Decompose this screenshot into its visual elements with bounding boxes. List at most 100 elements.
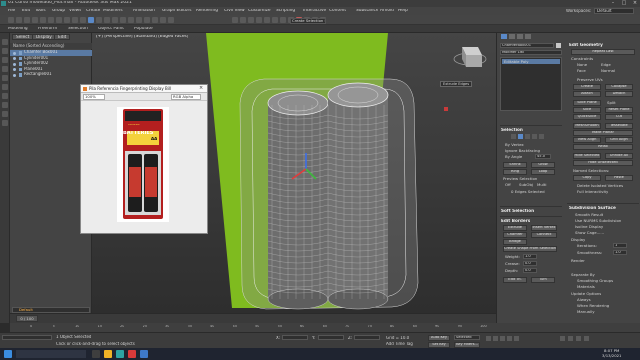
link-icon[interactable] <box>24 17 30 23</box>
orbit-icon[interactable] <box>576 336 581 341</box>
z-coord-field[interactable] <box>354 335 380 340</box>
constraint-none-radio[interactable]: None <box>577 63 587 67</box>
3dsmax-taskbar-icon[interactable] <box>116 350 124 358</box>
reset-plane-button[interactable]: Reset Plane <box>605 107 633 113</box>
section-selection[interactable]: Selection <box>501 128 523 132</box>
key-filters-button[interactable]: Key Filters... <box>454 342 480 348</box>
schematic-view-icon[interactable] <box>280 17 286 23</box>
percent-snap-icon[interactable] <box>168 17 174 23</box>
edit-tri-button[interactable]: Edit Tri. <box>503 277 527 283</box>
select-scale-icon[interactable] <box>104 17 110 23</box>
attach-button[interactable]: Attach <box>573 91 601 97</box>
bind-spacewarp-icon[interactable] <box>40 17 46 23</box>
by-angle-check[interactable]: By Angle <box>505 155 522 159</box>
object-name-field[interactable]: ChamferBox001 <box>500 43 554 48</box>
split-check[interactable]: Split <box>607 101 616 105</box>
polygon-mode-icon[interactable] <box>532 134 537 139</box>
curve-editor-icon[interactable] <box>272 17 278 23</box>
copy-button[interactable]: Copy <box>573 175 601 181</box>
object-color-swatch[interactable] <box>556 43 561 48</box>
align-icon[interactable] <box>240 17 246 23</box>
explorer-filter-icon[interactable] <box>2 75 8 81</box>
eye-icon[interactable] <box>13 68 16 71</box>
eye-icon[interactable] <box>13 73 16 77</box>
time-slider-thumb[interactable]: 0 / 100 <box>16 315 38 322</box>
menu-tools[interactable]: Tools <box>35 9 46 13</box>
toggle-ribbon-icon[interactable] <box>264 17 270 23</box>
select-manipulate-icon[interactable] <box>136 17 142 23</box>
rectangle-select-icon[interactable] <box>72 17 78 23</box>
paste-button[interactable]: Paste <box>605 175 633 181</box>
edge-mode-icon[interactable] <box>518 134 523 139</box>
menu-customize[interactable]: Customize <box>248 9 271 13</box>
iterations-field[interactable]: 1 <box>613 243 627 248</box>
stack-item-editable-poly[interactable]: Editable Poly <box>502 59 560 64</box>
unlink-icon[interactable] <box>32 17 38 23</box>
section-edit-borders[interactable]: Edit Borders <box>501 219 530 223</box>
select-object-icon[interactable] <box>56 17 62 23</box>
grid-align-button[interactable]: Grid Align <box>605 137 633 143</box>
menu-graph-editors[interactable]: Graph Editors <box>162 9 192 13</box>
explorer-filter-icon[interactable] <box>2 84 8 90</box>
insert-vertex-button[interactable]: Insert Vertex <box>531 225 557 231</box>
border-mode-icon[interactable] <box>525 134 530 139</box>
play-icon[interactable] <box>500 336 505 341</box>
start-icon[interactable] <box>4 350 12 358</box>
time-slider[interactable]: 0 / 100 <box>10 313 496 323</box>
angle-snap-icon[interactable] <box>160 17 166 23</box>
extrude-edges-caddy[interactable]: Extrude Edges <box>440 81 473 87</box>
go-to-start-icon[interactable] <box>486 336 491 341</box>
refwin-title[interactable]: Pila Referencia Fingerprinting Display B… <box>81 85 207 93</box>
loop-button[interactable]: Loop <box>531 169 555 175</box>
section-edit-geometry[interactable]: Edit Geometry <box>569 43 603 47</box>
mirror-icon[interactable] <box>232 17 238 23</box>
relax-button[interactable]: Relax <box>573 144 633 150</box>
cut-button[interactable]: Cut <box>605 114 633 120</box>
close-icon[interactable]: × <box>630 0 640 7</box>
detach-button[interactable]: Detach <box>605 91 633 97</box>
when-rendering-radio[interactable]: When Rendering <box>577 304 609 308</box>
tab-select[interactable]: Select <box>12 34 34 40</box>
menu-substance[interactable]: Substance <box>356 9 378 13</box>
select-by-name-icon[interactable] <box>64 17 70 23</box>
tessellate-button[interactable]: Tessellate <box>605 123 633 129</box>
bridge-button[interactable]: Bridge <box>503 239 527 245</box>
slice-button[interactable]: Slice <box>573 107 601 113</box>
select-rotate-icon[interactable] <box>96 17 102 23</box>
select-place-icon[interactable] <box>112 17 118 23</box>
ribbon-tab-object-paint[interactable]: Object Paint <box>98 27 124 31</box>
use-nurms-check[interactable]: Use NURMS Subdivision <box>575 219 621 223</box>
track-bar[interactable]: 0 5 10 15 20 25 30 35 40 45 50 55 60 65 70 75 80 85 90 95 10… <box>10 323 640 332</box>
motion-tab-icon[interactable] <box>525 34 531 39</box>
delete-isolated-check[interactable]: Delete Isolated Vertices <box>577 184 623 188</box>
key-mode-dropdown[interactable]: Selected <box>454 335 480 340</box>
eye-icon[interactable] <box>13 57 16 60</box>
smooth-result-check[interactable]: Smooth Result <box>575 213 603 217</box>
unhide-all-button[interactable]: Unhide All <box>605 153 633 159</box>
explorer-filter-icon[interactable] <box>2 102 8 108</box>
smoothing-groups-check[interactable]: Smoothing Groups <box>577 279 613 283</box>
toggle-layer-explorer-icon[interactable] <box>256 17 262 23</box>
constraint-edge-radio[interactable]: Edge <box>601 63 611 67</box>
set-key-button[interactable]: Set Key <box>428 342 450 348</box>
grow-button[interactable]: Grow <box>531 162 555 168</box>
channel-dropdown[interactable]: RGB Alpha <box>171 94 201 100</box>
ribbon-tab-modeling[interactable]: Modeling <box>8 27 28 31</box>
always-radio[interactable]: Always <box>577 298 591 302</box>
task-view-icon[interactable] <box>92 350 100 358</box>
modifier-list-dropdown[interactable]: Modifier List <box>500 50 562 55</box>
create-button[interactable]: Create <box>573 84 601 90</box>
angle-field[interactable]: 45.0 <box>535 154 551 159</box>
selection-set-field[interactable]: Create Selection Se <box>290 18 326 24</box>
viewport-label[interactable]: [+] [Perspective] [Standard] [Edged Face… <box>96 35 188 39</box>
turn-button[interactable]: Turn <box>531 277 555 283</box>
tab-edit[interactable]: Edit <box>54 34 71 40</box>
select-move-icon[interactable] <box>88 17 94 23</box>
explorer-filter-icon[interactable] <box>2 120 8 126</box>
auto-key-button[interactable]: Auto Key <box>428 335 450 341</box>
preserve-uvs-check[interactable]: Preserve UVs <box>577 78 603 82</box>
menu-modifiers[interactable]: Modifiers <box>103 9 123 13</box>
zoom-field[interactable]: 100% <box>83 94 105 100</box>
full-interactivity-check[interactable]: Full Interactivity <box>577 190 608 194</box>
crease-field[interactable]: 0.0 <box>523 261 537 266</box>
